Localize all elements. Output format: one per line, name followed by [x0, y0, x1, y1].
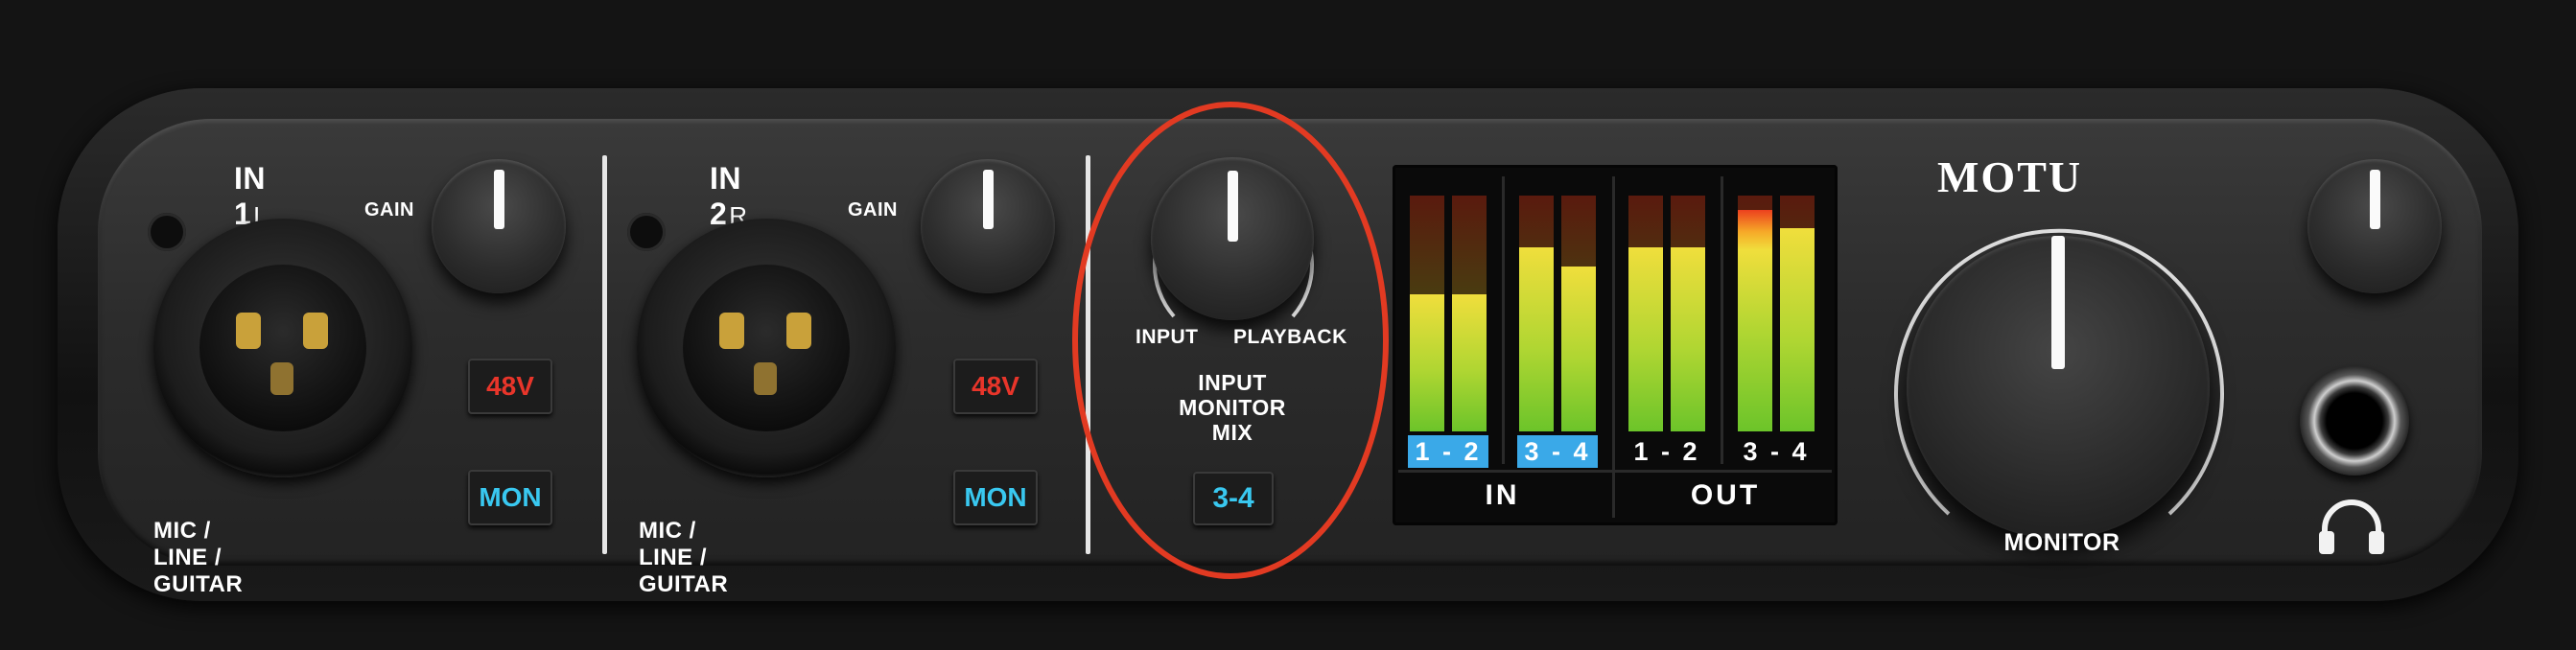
- xlr-pin-icon: [270, 362, 293, 395]
- meter-level-bar: [1561, 267, 1596, 431]
- meter-level-bar: [1738, 210, 1772, 431]
- highlight-circle: [1072, 102, 1389, 579]
- meter-divider: [1502, 176, 1505, 464]
- meter-channel-label: 1 - 2: [1408, 435, 1488, 468]
- meter-level-bar: [1410, 294, 1444, 431]
- meter-divider: [1398, 470, 1832, 473]
- xlr-pin-icon: [719, 313, 744, 349]
- meter-channel-label: 3 - 4: [1743, 437, 1810, 466]
- xlr-pin-icon: [786, 313, 811, 349]
- input-2-48v-button[interactable]: 48V: [953, 359, 1038, 414]
- knob-indicator: [2369, 170, 2380, 229]
- meter-level-bar: [1628, 247, 1663, 431]
- monitor-label: MONITOR: [2003, 529, 2120, 556]
- level-meter-display: 1 - 2 3 - 4 1 - 2 3 - 4 IN OUT: [1393, 165, 1838, 525]
- section-divider: [602, 155, 607, 554]
- xlr-combo-jack-1[interactable]: [153, 219, 412, 477]
- knob-indicator: [982, 170, 994, 229]
- xlr-pin-icon: [754, 362, 777, 395]
- input-2-mon-button[interactable]: MON: [953, 470, 1038, 525]
- meter-level-bar: [1519, 247, 1554, 431]
- meter-channel-label: 3 - 4: [1517, 435, 1598, 468]
- knob-indicator: [493, 170, 504, 229]
- screw-icon: [627, 213, 666, 251]
- monitor-volume-knob[interactable]: [1907, 236, 2210, 539]
- headphone-volume-knob[interactable]: [2307, 159, 2442, 293]
- input-2-gain-knob[interactable]: [921, 159, 1055, 293]
- xlr-pin-icon: [236, 313, 261, 349]
- meter-divider: [1721, 176, 1723, 464]
- knob-indicator: [2051, 236, 2065, 370]
- meter-level-bar: [1780, 228, 1815, 431]
- headphone-jack[interactable]: [2300, 366, 2409, 476]
- input-2-gain-label: GAIN: [848, 199, 898, 221]
- input-1-48v-button[interactable]: 48V: [468, 359, 552, 414]
- meter-out-label: OUT: [1690, 479, 1761, 511]
- meter-level-bar: [1671, 247, 1705, 431]
- screw-icon: [148, 213, 186, 251]
- headphones-icon: [2319, 499, 2384, 554]
- meter-divider: [1612, 176, 1615, 518]
- xlr-socket-1: [199, 265, 366, 431]
- input-1-gain-knob[interactable]: [432, 159, 566, 293]
- xlr-combo-jack-2[interactable]: [637, 219, 896, 477]
- meter-channel-label: 1 - 2: [1633, 437, 1700, 466]
- xlr-pin-icon: [303, 313, 328, 349]
- meter-in-label: IN: [1485, 479, 1520, 511]
- input-1-jack-label: MIC / LINE / GUITAR: [153, 518, 244, 597]
- xlr-socket-2: [683, 265, 850, 431]
- meter-level-bar: [1452, 294, 1487, 431]
- input-1-mon-button[interactable]: MON: [468, 470, 552, 525]
- input-2-jack-label: MIC / LINE / GUITAR: [639, 518, 729, 597]
- input-1-gain-label: GAIN: [364, 199, 414, 221]
